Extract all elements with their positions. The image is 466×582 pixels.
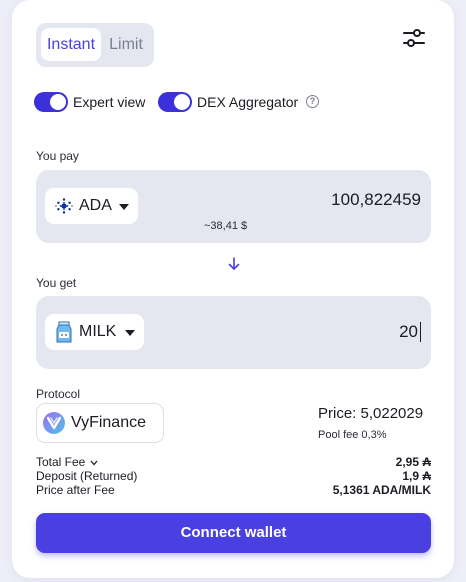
toggle-knob xyxy=(174,94,190,110)
price-after-fee-value: 5,1361 ADA/MILK xyxy=(332,483,431,497)
total-fee-toggle[interactable]: Total Fee xyxy=(36,455,98,469)
pay-amount-input[interactable]: 100,822459 xyxy=(331,190,421,210)
price-after-fee-label: Price after Fee xyxy=(36,483,115,497)
dex-aggregator-label: DEX Aggregator xyxy=(197,94,299,110)
deposit-value: 1,9 ₳ xyxy=(402,469,431,483)
order-mode-switch: Instant Limit xyxy=(36,23,154,67)
info-icon[interactable]: ? xyxy=(306,95,319,108)
pool-fee-value: Pool fee 0,3% xyxy=(318,429,387,441)
you-pay-field: ADA 100,822459 ~38,41 $ xyxy=(36,170,431,243)
swap-card: Instant Limit Expert view DEX Aggregator… xyxy=(12,0,454,578)
pay-usd-value: ~38,41 $ xyxy=(204,220,248,232)
protocol-name: VyFinance xyxy=(71,414,146,431)
milk-carton-icon xyxy=(56,321,72,343)
chevron-down-icon xyxy=(119,204,129,210)
cardano-logo-icon xyxy=(55,198,73,214)
expert-view-label: Expert view xyxy=(73,94,146,110)
sliders-icon xyxy=(403,29,425,47)
pay-token-select[interactable]: ADA xyxy=(45,188,138,224)
settings-button[interactable] xyxy=(402,27,426,49)
vyfinance-logo-icon xyxy=(43,412,65,434)
toggle-knob xyxy=(50,94,66,110)
total-fee-label: Total Fee xyxy=(36,455,86,469)
connect-wallet-button[interactable]: Connect wallet xyxy=(36,513,431,553)
chevron-down-icon xyxy=(90,460,98,466)
you-get-label: You get xyxy=(36,276,77,290)
arrow-down-icon[interactable] xyxy=(228,257,240,271)
tab-limit[interactable]: Limit xyxy=(104,28,148,61)
you-get-field: MILK 20 xyxy=(36,296,431,369)
tab-instant[interactable]: Instant xyxy=(41,28,101,61)
expert-view-toggle[interactable] xyxy=(34,92,68,112)
protocol-label: Protocol xyxy=(36,387,81,401)
dex-aggregator-toggle[interactable] xyxy=(158,92,192,112)
get-token-name: MILK xyxy=(79,323,117,340)
total-fee-value: 2,95 ₳ xyxy=(395,455,431,469)
chevron-down-icon xyxy=(125,330,135,336)
price-value: Price: 5,022029 xyxy=(318,405,424,422)
you-pay-label: You pay xyxy=(36,149,79,163)
deposit-label: Deposit (Returned) xyxy=(36,469,138,483)
get-token-select[interactable]: MILK xyxy=(45,314,144,350)
get-amount-input[interactable]: 20 xyxy=(399,322,421,342)
pay-token-name: ADA xyxy=(79,197,112,214)
protocol-selector[interactable]: VyFinance xyxy=(36,403,164,443)
